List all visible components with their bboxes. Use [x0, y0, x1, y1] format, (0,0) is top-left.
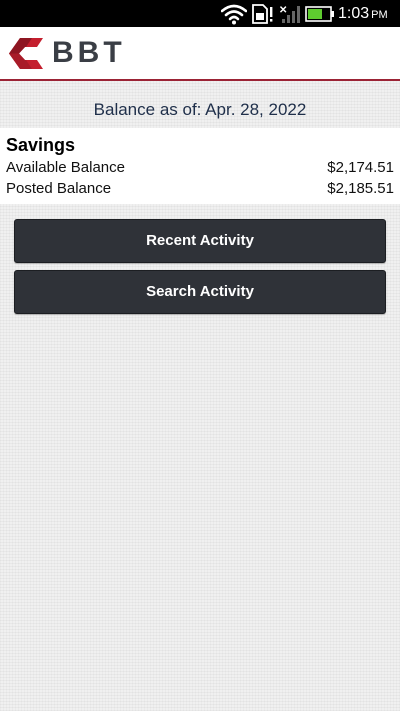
- available-balance-row: Available Balance $2,174.51: [6, 158, 394, 178]
- status-bar: ✕ 1:03 PM: [0, 0, 400, 27]
- posted-balance-label: Posted Balance: [6, 180, 112, 197]
- app-header: BBT: [0, 27, 400, 81]
- signal-icon: ✕: [279, 5, 300, 23]
- wifi-icon: [221, 4, 247, 25]
- svg-text:✕: ✕: [279, 5, 287, 16]
- available-balance-value: $2,174.51: [327, 159, 394, 176]
- clock: 1:03 PM: [338, 4, 388, 25]
- battery-icon: [305, 6, 334, 22]
- available-balance-label: Available Balance: [6, 159, 125, 176]
- brand-name: BBT: [52, 36, 126, 69]
- balance-date: Balance as of: Apr. 28, 2022: [93, 100, 307, 119]
- posted-balance-row: Posted Balance $2,185.51: [6, 179, 394, 199]
- search-activity-button[interactable]: Search Activity: [14, 270, 386, 314]
- recent-activity-button[interactable]: Recent Activity: [14, 219, 386, 263]
- account-name: Savings: [6, 135, 76, 155]
- clock-time: 1:03: [338, 5, 370, 22]
- posted-balance-value: $2,185.51: [327, 180, 394, 197]
- clock-ampm: PM: [371, 9, 388, 21]
- account-panel: Savings Available Balance $2,174.51 Post…: [0, 128, 400, 204]
- bbt-logo-icon: [9, 38, 43, 69]
- sim-alert-icon: [252, 4, 273, 24]
